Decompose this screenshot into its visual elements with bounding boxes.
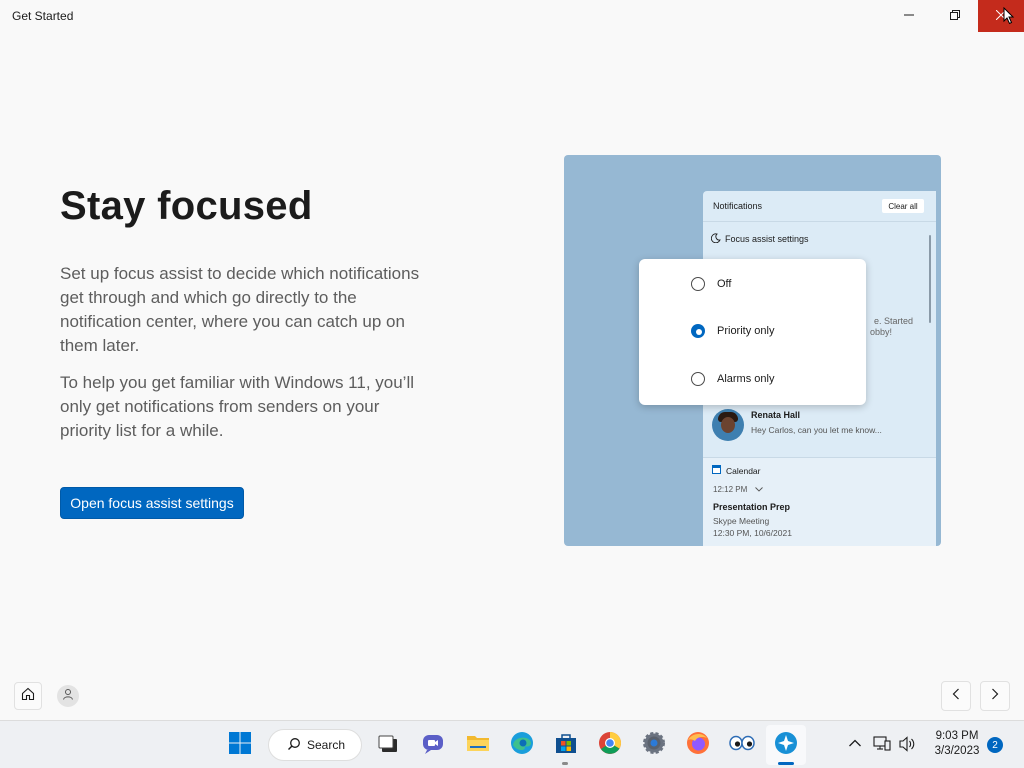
notification-fragment: obby!: [870, 327, 893, 337]
calendar-time: 12:12 PM: [713, 485, 764, 494]
file-explorer-button[interactable]: [462, 729, 494, 761]
event-datetime: 12:30 PM, 10/6/2021: [713, 528, 792, 538]
page-heading: Stay focused: [60, 184, 313, 228]
eyes-app-button[interactable]: [726, 729, 758, 761]
store-icon: [554, 731, 578, 760]
previous-button[interactable]: [941, 681, 971, 711]
focus-assist-settings-link: Focus assist settings: [710, 233, 809, 245]
option-priority-only: Priority only: [691, 324, 774, 338]
clear-all-button: Clear all: [882, 199, 924, 213]
chrome-button[interactable]: [594, 729, 626, 761]
calendar-icon: [712, 465, 721, 476]
clock-date: 3/3/2023: [934, 745, 980, 757]
close-button[interactable]: [978, 0, 1024, 32]
maximize-button[interactable]: [932, 0, 978, 32]
chevron-down-icon: [755, 485, 764, 494]
restore-icon: [950, 7, 960, 25]
calendar-label-row: Calendar: [712, 465, 761, 476]
running-indicator: [562, 762, 568, 765]
radio-button-selected: [691, 324, 705, 338]
taskbar: Search 9:03 PM 3/3/2023 2: [0, 720, 1024, 768]
window-title: Get Started: [12, 9, 74, 23]
chrome-icon: [598, 731, 622, 760]
option-label: Alarms only: [717, 373, 775, 385]
message-notification: Renata Hall Hey Carlos, can you let me k…: [703, 397, 936, 453]
panel-scrollbar: [929, 235, 931, 323]
firefox-icon: [686, 731, 710, 760]
notification-count-badge[interactable]: 2: [987, 737, 1003, 753]
taskbar-search[interactable]: Search: [268, 729, 362, 761]
search-icon: [287, 737, 301, 754]
chevron-up-icon[interactable]: [848, 735, 862, 756]
option-label: Priority only: [717, 325, 775, 337]
radio-button: [691, 372, 705, 386]
firefox-button[interactable]: [682, 729, 714, 761]
mouse-cursor-icon: [1003, 6, 1015, 30]
open-focus-assist-button[interactable]: Open focus assist settings: [60, 487, 244, 519]
home-icon: [21, 687, 35, 706]
get-started-button[interactable]: [770, 729, 802, 761]
edge-button[interactable]: [506, 729, 538, 761]
get-started-icon: [774, 731, 798, 760]
eyes-icon: [729, 733, 755, 758]
event-subtitle: Skype Meeting: [713, 516, 770, 526]
notification-fragment: e. Started: [874, 316, 914, 326]
focus-assist-link-label: Focus assist settings: [725, 234, 809, 244]
windows11-paragraph: To help you get familiar with Windows 11…: [60, 373, 415, 440]
windows-logo-icon: [228, 731, 252, 760]
active-indicator: [778, 762, 794, 765]
moon-icon: [710, 233, 721, 245]
chevron-left-icon: [952, 687, 960, 705]
store-button[interactable]: [550, 729, 582, 761]
message-preview: Hey Carlos, can you let me know...: [751, 425, 882, 435]
home-button[interactable]: [14, 682, 42, 710]
calendar-label: Calendar: [726, 465, 761, 476]
sender-name: Renata Hall: [751, 410, 801, 420]
chevron-right-icon: [991, 687, 999, 705]
option-off: Off: [691, 277, 731, 291]
option-label: Off: [717, 278, 732, 290]
settings-button[interactable]: [638, 729, 670, 761]
calendar-notification: Calendar 12:12 PM Presentation Prep Skyp…: [703, 457, 936, 546]
account-button[interactable]: [57, 685, 79, 707]
avatar: [712, 409, 744, 441]
gear-icon: [642, 731, 666, 760]
task-view-icon: [377, 732, 399, 759]
task-view-button[interactable]: [372, 729, 404, 761]
option-alarms-only: Alarms only: [691, 372, 774, 386]
divider: [703, 221, 936, 222]
search-label: Search: [307, 738, 346, 752]
minimize-button[interactable]: [886, 0, 932, 32]
teams-chat-button[interactable]: [417, 729, 449, 761]
title-bar: Get Started: [0, 0, 1024, 32]
event-title: Presentation Prep: [713, 502, 791, 512]
focus-assist-illustration: Notifications Clear all Focus assist set…: [564, 155, 941, 546]
notifications-header: Notifications: [713, 201, 763, 211]
next-button[interactable]: [980, 681, 1010, 711]
minimize-icon: [904, 7, 914, 25]
teams-chat-icon: [421, 731, 445, 760]
clock-time: 9:03 PM: [935, 730, 979, 742]
taskbar-clock[interactable]: 9:03 PM 3/3/2023: [926, 729, 988, 759]
person-icon: [62, 687, 74, 705]
description-paragraph: Set up focus assist to decide which noti…: [60, 264, 420, 355]
focus-options-popup: Off Priority only Alarms only: [639, 259, 866, 405]
volume-icon[interactable]: [898, 735, 916, 758]
radio-button: [691, 277, 705, 291]
folder-icon: [466, 731, 490, 760]
network-icon[interactable]: [873, 735, 891, 758]
start-button[interactable]: [224, 729, 256, 761]
edge-icon: [510, 731, 534, 760]
